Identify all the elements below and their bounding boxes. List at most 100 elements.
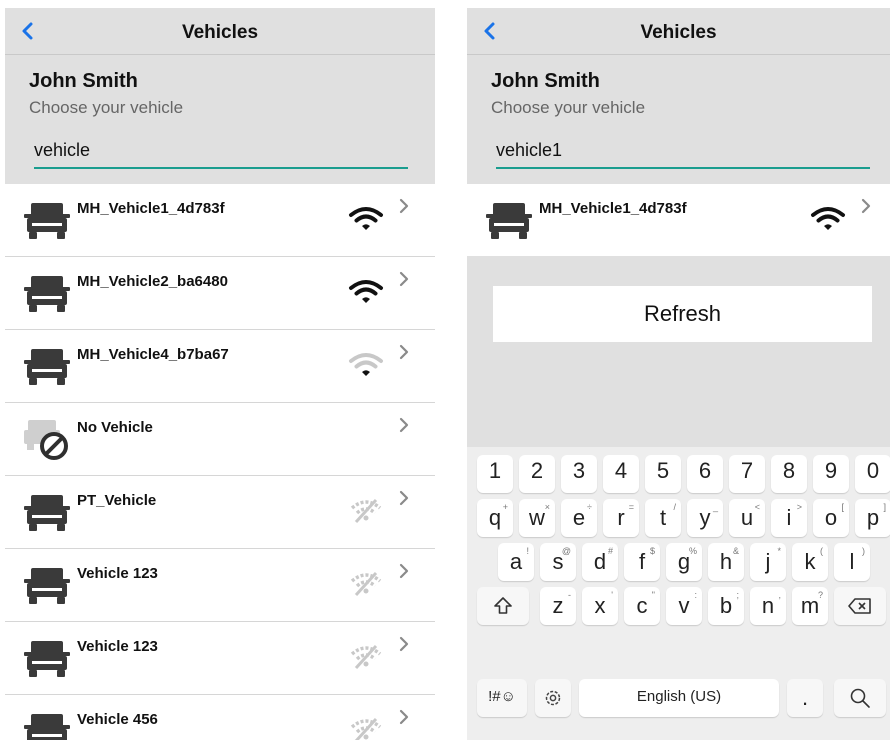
vehicle-row[interactable]: MH_Vehicle1_4d783f xyxy=(467,184,890,257)
vehicle-name: MH_Vehicle2_ba6480 xyxy=(77,273,228,290)
key-label: e xyxy=(572,505,586,530)
truck-icon xyxy=(24,568,70,604)
vehicle-row[interactable]: Vehicle 123 xyxy=(5,622,435,695)
key-s[interactable]: @ s xyxy=(540,543,576,581)
key-r[interactable]: = r xyxy=(603,499,639,537)
key-k[interactable]: (k xyxy=(792,543,828,581)
page-title: Vehicles xyxy=(181,22,259,43)
key-1[interactable]: 1 xyxy=(477,455,513,493)
key-label: j xyxy=(765,549,771,574)
key-label: 1 xyxy=(488,458,502,483)
vehicle-row[interactable]: MH_Vehicle1_4d783f xyxy=(5,184,435,257)
key-9[interactable]: 9 xyxy=(813,455,849,493)
key-m[interactable]: ? m xyxy=(792,587,828,625)
key-f[interactable]: $ f xyxy=(624,543,660,581)
key-2[interactable]: 2 xyxy=(519,455,555,493)
key-v[interactable]: :v xyxy=(666,587,702,625)
key-label: c xyxy=(636,593,648,618)
user-header: John Smith Choose your vehicle xyxy=(467,55,890,184)
vehicle-name: MH_Vehicle4_b7ba67 xyxy=(77,346,229,363)
wifi-off-icon xyxy=(350,498,382,524)
key-a[interactable]: ! a xyxy=(498,543,534,581)
vehicle-name: Vehicle 123 xyxy=(77,565,158,582)
key-6[interactable]: 6 xyxy=(687,455,723,493)
search-input[interactable] xyxy=(496,137,870,169)
key-u[interactable]: < u xyxy=(729,499,765,537)
key-label: 7 xyxy=(740,458,754,483)
vehicle-list: MH_Vehicle1_4d783f xyxy=(467,184,890,257)
key-h[interactable]: & h xyxy=(708,543,744,581)
vehicle-name: No Vehicle xyxy=(77,419,153,436)
user-header: John Smith Choose your vehicle xyxy=(5,55,435,184)
key-j[interactable]: * j xyxy=(750,543,786,581)
truck-icon xyxy=(24,714,70,740)
key-7[interactable]: 7 xyxy=(729,455,765,493)
key-label: h xyxy=(719,549,733,574)
key-t[interactable]: / t xyxy=(645,499,681,537)
vehicle-row[interactable]: No Vehicle xyxy=(5,403,435,476)
key-l[interactable]: ) l xyxy=(834,543,870,581)
space-key[interactable]: English (US) xyxy=(579,679,779,717)
backspace-key[interactable] xyxy=(834,587,886,625)
nav-bar: Vehicles xyxy=(5,8,435,55)
vehicle-row[interactable]: Vehicle 456 xyxy=(5,695,435,740)
key-x[interactable]: ' x xyxy=(582,587,618,625)
key-4[interactable]: 4 xyxy=(603,455,639,493)
key-label: g xyxy=(677,549,691,574)
settings-key[interactable] xyxy=(535,679,571,717)
search-input[interactable] xyxy=(34,137,408,169)
chevron-right-icon xyxy=(399,417,409,433)
key-o[interactable]: [o xyxy=(813,499,849,537)
refresh-button[interactable]: Refresh xyxy=(493,286,872,342)
shift-key[interactable] xyxy=(477,587,529,625)
vehicle-row[interactable]: PT_Vehicle xyxy=(5,476,435,549)
no-vehicle-icon xyxy=(24,420,68,460)
key-8[interactable]: 8 xyxy=(771,455,807,493)
key-i[interactable]: > i xyxy=(771,499,807,537)
key-label: w xyxy=(529,505,545,530)
key-w[interactable]: × w xyxy=(519,499,555,537)
vehicle-name: PT_Vehicle xyxy=(77,492,157,509)
gear-icon xyxy=(545,690,561,706)
key-label: o xyxy=(824,505,838,530)
key-label: f xyxy=(638,549,646,574)
search-icon xyxy=(850,688,870,708)
key-q[interactable]: + q xyxy=(477,499,513,537)
truck-icon xyxy=(24,276,70,312)
key-label: k xyxy=(804,549,816,574)
wifi-off-icon xyxy=(350,717,382,740)
key-b[interactable]: ; b xyxy=(708,587,744,625)
key-label: q xyxy=(488,505,502,530)
key-label: t xyxy=(659,505,667,530)
key-label: m xyxy=(800,593,820,618)
key-label: . xyxy=(801,685,809,710)
key-5[interactable]: 5 xyxy=(645,455,681,493)
key-e[interactable]: ÷ e xyxy=(561,499,597,537)
key-y[interactable]: _ y xyxy=(687,499,723,537)
wifi-off-icon xyxy=(350,571,382,597)
chevron-right-icon xyxy=(399,636,409,652)
key-0[interactable]: 0 xyxy=(855,455,890,493)
key-label: 9 xyxy=(824,458,838,483)
key-label: b xyxy=(719,593,733,618)
key-3[interactable]: 3 xyxy=(561,455,597,493)
key-label: p xyxy=(866,505,880,530)
period-key[interactable]: . xyxy=(787,679,823,717)
vehicle-row[interactable]: MH_Vehicle4_b7ba67 xyxy=(5,330,435,403)
key-g[interactable]: % g xyxy=(666,543,702,581)
symbols-key[interactable]: !#☺ xyxy=(477,679,527,717)
key-c[interactable]: " c xyxy=(624,587,660,625)
wifi-off-icon xyxy=(350,644,382,670)
key-label: z xyxy=(552,593,564,618)
vehicle-row[interactable]: Vehicle 123 xyxy=(5,549,435,622)
key-n[interactable]: ,n xyxy=(750,587,786,625)
vehicle-row[interactable]: MH_Vehicle2_ba6480 xyxy=(5,257,435,330)
key-z[interactable]: -z xyxy=(540,587,576,625)
chevron-right-icon xyxy=(399,271,409,287)
key-label: v xyxy=(678,593,690,618)
key-d[interactable]: # d xyxy=(582,543,618,581)
truck-icon xyxy=(486,203,532,239)
search-key[interactable] xyxy=(834,679,886,717)
key-label: x xyxy=(594,593,606,618)
key-p[interactable]: ] p xyxy=(855,499,890,537)
